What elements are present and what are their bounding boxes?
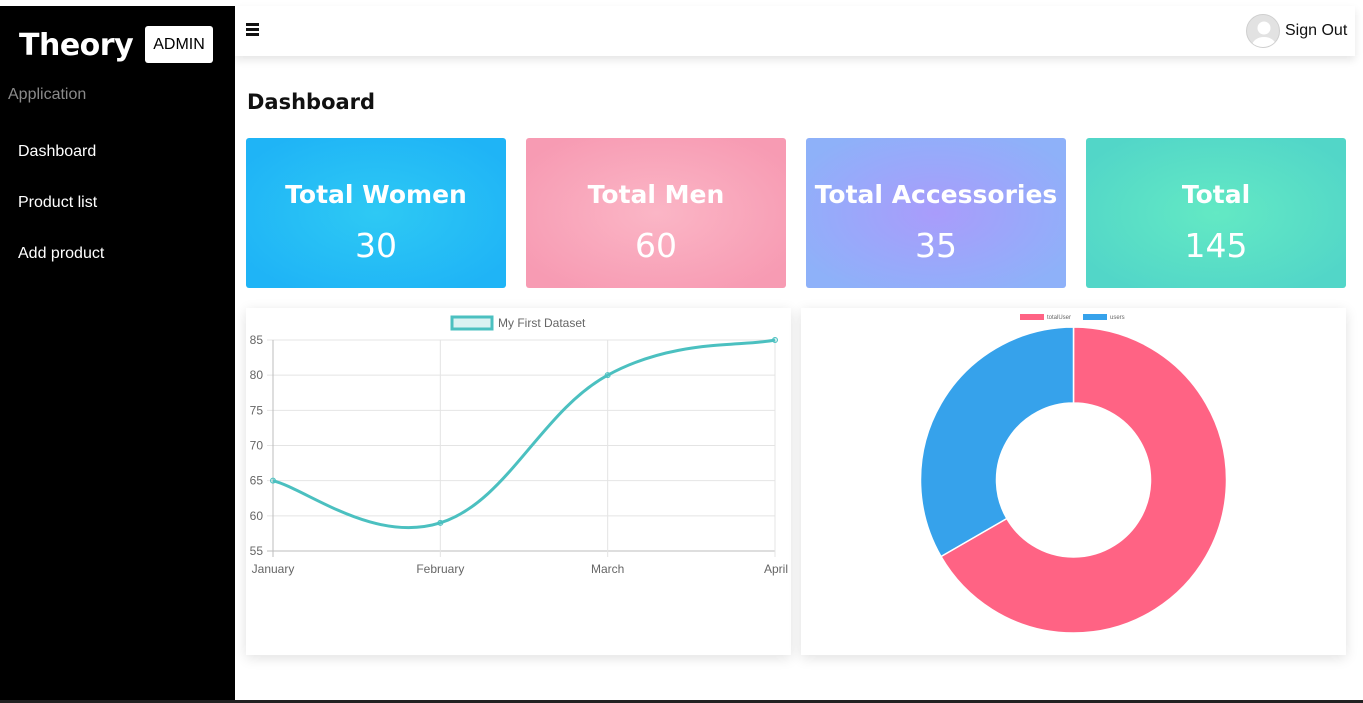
data-point[interactable] [437, 519, 444, 526]
sidebar-item-dashboard[interactable]: Dashboard [18, 143, 96, 161]
user-avatar-icon[interactable] [1246, 14, 1280, 48]
legend-swatch-totaluser[interactable] [1020, 314, 1044, 320]
line-chart-grid [267, 339, 776, 557]
stat-card-label: Total Accessories [814, 180, 1058, 209]
series-points [270, 337, 778, 526]
legend-label-totaluser[interactable]: totalUser [1047, 315, 1071, 321]
sign-out-link[interactable]: Sign Out [1285, 22, 1347, 40]
x-tick-label: April [764, 562, 788, 576]
brand-logo[interactable]: Theory [19, 28, 134, 63]
y-axis-ticks: 55 60 65 70 75 80 85 [250, 333, 264, 558]
y-tick-label: 55 [250, 544, 264, 558]
legend-swatch-users[interactable] [1083, 314, 1107, 320]
stat-card-total-women: Total Women 30 [246, 138, 506, 288]
x-axis-ticks: January February March April [252, 562, 788, 576]
stat-card-total-accessories: Total Accessories 35 [806, 138, 1066, 288]
doughnut-chart-legend: totalUser users [1020, 314, 1125, 321]
y-tick-label: 60 [250, 509, 264, 523]
y-tick-label: 85 [250, 333, 264, 347]
line-chart-panel: My First Dataset 55 60 65 70 75 80 85 January F… [246, 308, 791, 655]
stat-card-label: Total Women [285, 180, 467, 209]
sidebar-item-product-list[interactable]: Product list [18, 194, 97, 212]
legend-label-my-first-dataset[interactable]: My First Dataset [498, 316, 586, 330]
top-bar: Sign Out [235, 6, 1355, 56]
slice-users[interactable] [919, 326, 1075, 558]
stat-card-value: 35 [915, 226, 957, 265]
x-tick-label: January [252, 562, 295, 576]
page-title: Dashboard [247, 90, 376, 114]
sidebar: Theory ADMIN Application Dashboard Produ… [0, 6, 235, 703]
stat-card-value: 30 [355, 226, 397, 265]
x-tick-label: February [416, 562, 464, 576]
data-point[interactable] [604, 372, 611, 379]
x-tick-label: March [591, 562, 624, 576]
doughnut-chart-panel: totalUser users [801, 308, 1346, 655]
y-tick-label: 70 [250, 439, 264, 453]
doughnut-chart: totalUser users [919, 314, 1228, 634]
admin-badge[interactable]: ADMIN [145, 26, 213, 63]
stat-card-label: Total Men [587, 180, 725, 209]
stat-card-label: Total [1181, 180, 1251, 209]
stat-card-value: 145 [1184, 226, 1248, 265]
y-tick-label: 75 [250, 403, 264, 417]
doughnut-slices [919, 326, 1228, 634]
line-chart-legend: My First Dataset [450, 315, 586, 331]
legend-label-users[interactable]: users [1110, 315, 1125, 321]
line-chart: My First Dataset 55 60 65 70 75 80 85 January F… [250, 315, 788, 576]
stat-card-value: 60 [635, 226, 677, 265]
y-tick-label: 65 [250, 474, 264, 488]
legend-swatch-my-first-dataset[interactable] [450, 315, 494, 331]
data-point[interactable] [270, 477, 276, 484]
y-tick-label: 80 [250, 368, 264, 382]
sidebar-section-application: Application [8, 86, 87, 103]
hamburger-menu-icon[interactable] [246, 23, 260, 37]
stat-card-total-men: Total Men 60 [526, 138, 786, 288]
sidebar-item-add-product[interactable]: Add product [18, 245, 104, 263]
data-point[interactable] [772, 337, 778, 343]
series-line-my-first-dataset [272, 338, 776, 530]
stat-card-total: Total 145 [1086, 138, 1346, 288]
